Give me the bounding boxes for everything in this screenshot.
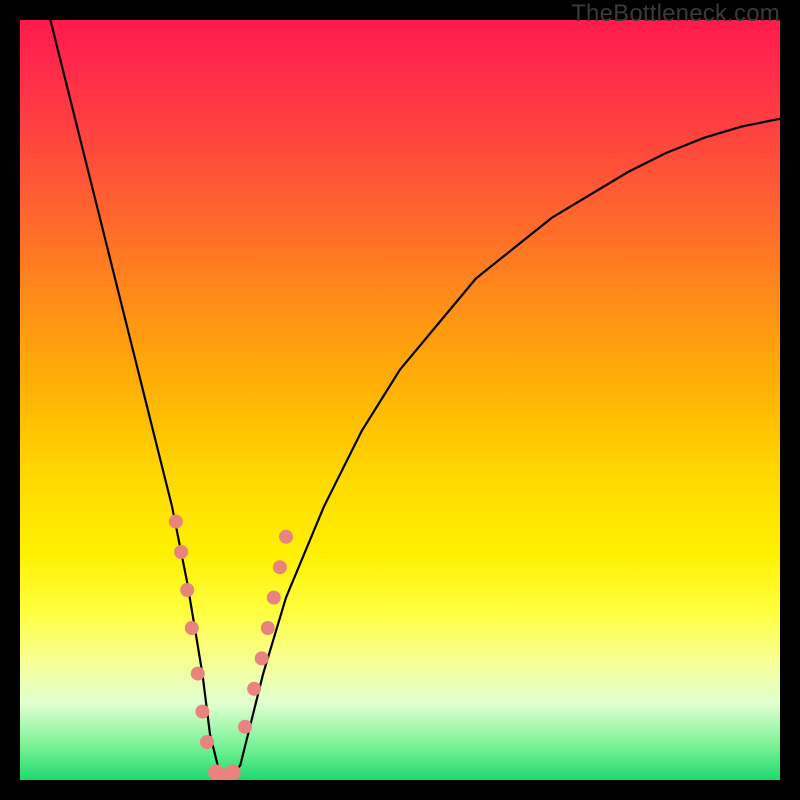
- data-marker: [191, 667, 205, 681]
- data-marker: [185, 621, 199, 635]
- watermark-text: TheBottleneck.com: [571, 0, 780, 28]
- data-marker: [169, 515, 183, 529]
- data-marker: [279, 530, 293, 544]
- plot-area: [20, 20, 780, 780]
- data-marker: [238, 720, 252, 734]
- data-marker: [195, 705, 209, 719]
- bottleneck-chart: [20, 20, 780, 780]
- data-marker: [273, 560, 287, 574]
- data-marker: [174, 545, 188, 559]
- data-marker: [247, 682, 261, 696]
- data-marker: [255, 651, 269, 665]
- data-marker: [225, 764, 241, 780]
- data-markers: [169, 515, 293, 780]
- bottleneck-curve-path: [50, 20, 780, 776]
- data-marker: [200, 735, 214, 749]
- data-marker: [267, 591, 281, 605]
- data-marker: [180, 583, 194, 597]
- outer-frame: TheBottleneck.com: [0, 0, 800, 800]
- data-marker: [261, 621, 275, 635]
